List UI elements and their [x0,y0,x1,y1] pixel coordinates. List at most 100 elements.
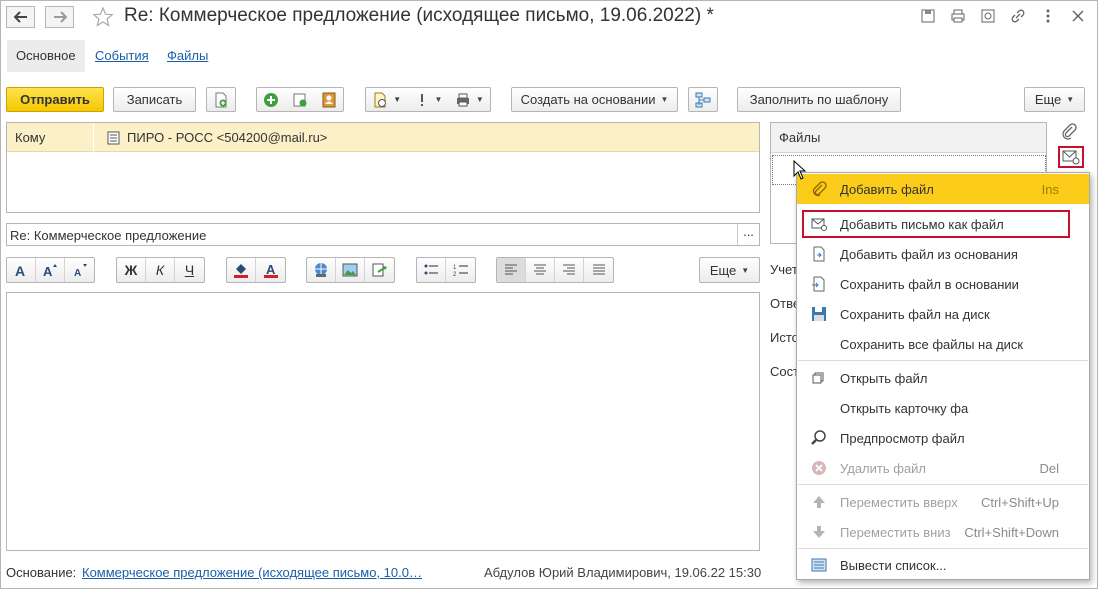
arrow-left-icon [13,11,27,23]
globe-link-icon [315,263,327,277]
menu-item-save-all-to-disk[interactable]: Сохранить все файлы на диск [797,329,1089,359]
favorite-star-icon[interactable] [92,6,114,28]
menu-item-add-file[interactable]: Добавить файл Ins [797,174,1089,204]
align-left-icon [505,264,517,275]
align-justify-button[interactable] [584,258,613,282]
subject-select-button[interactable]: ... [737,224,759,245]
insert-link-button[interactable] [307,258,336,282]
to-label: Кому [15,130,46,145]
hierarchy-icon [695,92,711,107]
more-vertical-icon[interactable] [1040,8,1056,24]
align-center-button[interactable] [526,258,555,282]
basis-link[interactable]: Коммерческое предложение (исходящее пись… [82,565,422,580]
structure-button[interactable] [688,87,718,112]
font-style-button[interactable]: A [7,258,36,282]
printer-icon [456,93,469,106]
menu-item-shortcut: Del [1039,461,1059,476]
arrow-down-icon [813,526,825,538]
menu-item-move-down[interactable]: Переместить вниз Ctrl+Shift+Down [797,517,1089,547]
font-increase-button[interactable]: A [36,258,65,282]
font-decrease-button[interactable]: A [65,258,94,282]
subject-field[interactable]: Re: Коммерческое предложение ... [6,223,760,246]
align-left-button[interactable] [497,258,526,282]
menu-item-shortcut: Ins [1041,182,1059,197]
preview-icon[interactable] [980,8,996,24]
basis-label: Основание: [6,565,77,580]
back-button[interactable] [6,6,35,28]
menu-item-label: Сохранить файл на диск [840,307,990,322]
schedule-dropdown[interactable]: ▼ [372,92,401,108]
numbered-list-button[interactable]: 12 [446,258,475,282]
address-book-icon[interactable] [321,92,337,108]
send-button[interactable]: Отправить [6,87,104,112]
new-doc-button[interactable] [206,87,236,112]
create-based-on-label: Создать на основании [520,92,656,107]
text-color-button[interactable]: A [256,258,285,282]
menu-item-delete[interactable]: Удалить файл Del [797,453,1089,483]
importance-dropdown[interactable]: ▼ [414,92,442,108]
font-decrease-icon: A [74,264,87,277]
doc-clock-icon [374,92,387,107]
recipient-row[interactable]: Кому ПИРО - РОСС <504200@mail.ru> [7,123,759,152]
menu-item-add-mail-as-file[interactable]: Добавить письмо как файл [801,209,1071,239]
print-icon[interactable] [950,8,966,24]
align-group [496,257,614,283]
paint-bucket-icon [234,264,248,278]
underline-button[interactable]: Ч [175,258,204,282]
menu-item-open-file[interactable]: Открыть файл [797,363,1089,393]
paperclip-icon[interactable] [1060,122,1078,140]
menu-item-move-up[interactable]: Переместить вверх Ctrl+Shift+Up [797,487,1089,517]
files-context-menu: Добавить файл Ins Добавить письмо как фа… [796,172,1090,580]
format-more-button[interactable]: Еще ▼ [699,257,760,283]
menu-item-shortcut: Ctrl+Shift+Up [980,495,1059,510]
italic-button[interactable]: К [146,258,175,282]
to-separator [93,123,94,152]
tab-main[interactable]: Основное [7,40,85,72]
bullet-list-icon [424,264,438,275]
magnifier-icon [811,430,826,445]
message-body-editor[interactable] [6,292,760,551]
mail-clip-icon [1062,150,1080,165]
forward-button[interactable] [45,6,74,28]
close-icon[interactable] [1070,8,1086,24]
add-mail-as-file-button[interactable] [1058,146,1084,168]
svg-text:A: A [74,268,81,277]
add-green-icon[interactable] [263,92,279,108]
menu-item-output-list[interactable]: Вывести список... [797,550,1089,580]
menu-item-add-file-from-basis[interactable]: Добавить файл из основания [797,239,1089,269]
more-button[interactable]: Еще ▼ [1024,87,1085,112]
contact-card-icon [107,131,120,145]
doc-arrow-icon [813,246,825,262]
side-label-state: Сост [770,364,800,379]
print-dropdown[interactable]: ▼ [455,92,484,108]
menu-item-label: Добавить файл из основания [840,247,1018,262]
tab-files[interactable]: Файлы [158,40,217,72]
menu-item-shortcut: Ctrl+Shift+Down [964,525,1059,540]
font-increase-icon: A [43,264,57,277]
format-more-label: Еще [709,262,737,278]
menu-item-preview[interactable]: Предпросмотр файл [797,423,1089,453]
arrow-right-icon [53,11,67,23]
bold-button[interactable]: Ж [117,258,146,282]
align-right-button[interactable] [555,258,584,282]
insert-attachment-button[interactable] [365,258,394,282]
save-button[interactable]: Записать [113,87,196,112]
add-from-template-icon[interactable] [292,92,308,108]
link-icon[interactable] [1010,8,1026,24]
recipients-box[interactable]: Кому ПИРО - РОСС <504200@mail.ru> [6,122,760,213]
arrow-up-icon [813,496,825,508]
save-icon[interactable] [920,8,936,24]
create-based-on-button[interactable]: Создать на основании ▼ [511,87,678,112]
list-output-icon [811,558,827,572]
options-group-buttons: ▼ ▼ ▼ [365,87,491,112]
insert-group [306,257,395,283]
menu-item-save-to-disk[interactable]: Сохранить файл на диск [797,299,1089,329]
svg-text:1: 1 [453,265,457,271]
background-color-button[interactable] [227,258,256,282]
fill-template-button[interactable]: Заполнить по шаблону [737,87,901,112]
insert-image-button[interactable] [336,258,365,282]
menu-item-save-in-basis[interactable]: Сохранить файл в основании [797,269,1089,299]
tab-events[interactable]: События [86,40,158,72]
menu-item-open-card[interactable]: Открыть карточку фа [797,393,1089,423]
bullet-list-button[interactable] [417,258,446,282]
